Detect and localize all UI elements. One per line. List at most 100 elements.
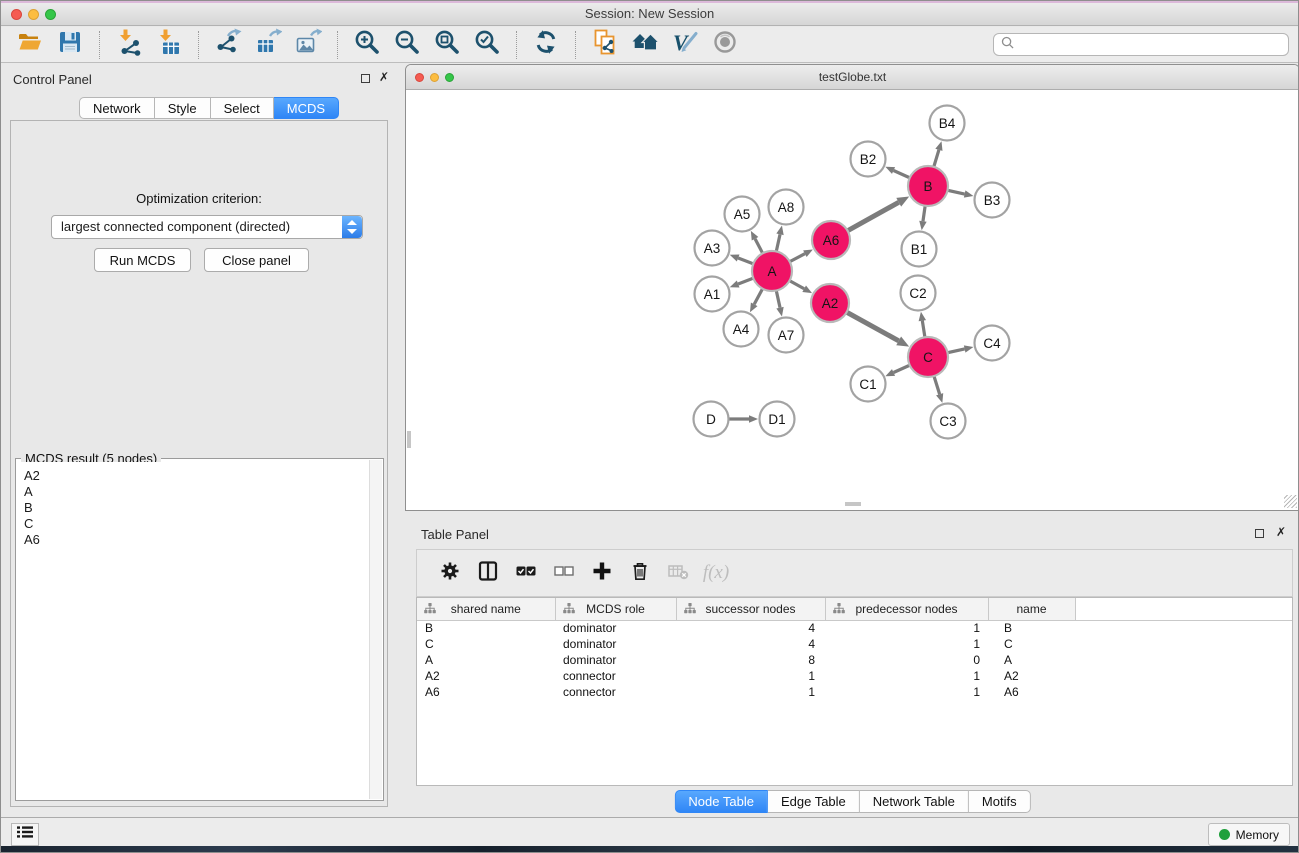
close-window-button[interactable]: [11, 9, 22, 20]
new-network-from-selection-button[interactable]: [589, 29, 621, 61]
save-session-icon: [56, 28, 84, 61]
network-window-titlebar[interactable]: testGlobe.txt: [406, 65, 1299, 90]
search-input[interactable]: [1018, 35, 1288, 54]
graph-node-C1[interactable]: C1: [851, 367, 886, 402]
table-close-panel-icon[interactable]: ✗: [1276, 525, 1286, 539]
columns-button[interactable]: [474, 559, 502, 587]
minimize-window-button[interactable]: [28, 9, 39, 20]
table-float-panel-icon[interactable]: [1255, 529, 1264, 538]
mcds-result-item[interactable]: B: [24, 500, 368, 516]
refresh-button[interactable]: [530, 29, 562, 61]
graph-node-label: B2: [860, 152, 877, 167]
export-image-button[interactable]: [292, 29, 324, 61]
graph-node-C[interactable]: C: [908, 337, 948, 377]
tab-edge-table[interactable]: Edge Table: [768, 790, 860, 813]
graph-node-A8[interactable]: A8: [769, 190, 804, 225]
zoom-out-button[interactable]: [391, 29, 423, 61]
zoom-in-button[interactable]: [351, 29, 383, 61]
mcds-result-item[interactable]: A: [24, 484, 368, 500]
tab-network[interactable]: Network: [79, 97, 155, 119]
graph-node-label: A3: [704, 241, 721, 256]
graph-node-A[interactable]: A: [752, 251, 792, 291]
import-table-button[interactable]: [153, 29, 185, 61]
column-header-predecessor-nodes[interactable]: predecessor nodes: [825, 598, 988, 620]
column-header-name[interactable]: name: [988, 598, 1075, 620]
desktop-wallpaper: [1, 846, 1298, 852]
table-row[interactable]: A2connector11A2: [417, 668, 1075, 684]
show-hide-panel-icon: [711, 28, 739, 61]
graph-node-B1[interactable]: B1: [902, 232, 937, 267]
network-close-button[interactable]: [415, 73, 424, 82]
column-header-MCDS-role[interactable]: MCDS role: [555, 598, 676, 620]
network-graph-canvas[interactable]: A A1 A2 A3 A4 A5 A6 A7 A8 B B1 B2 B3 B4 C C1 C2 C3 C4 D D1: [406, 90, 1299, 510]
zoom-fit-button[interactable]: [431, 29, 463, 61]
graph-node-A7[interactable]: A7: [769, 318, 804, 353]
search-box[interactable]: [993, 33, 1289, 56]
window-titlebar[interactable]: Session: New Session: [1, 3, 1298, 26]
graph-node-D1[interactable]: D1: [760, 402, 795, 437]
export-network-button[interactable]: [212, 29, 244, 61]
tab-network-table[interactable]: Network Table: [860, 790, 969, 813]
tab-node-table[interactable]: Node Table: [674, 790, 768, 813]
graph-node-B[interactable]: B: [908, 166, 948, 206]
table-row[interactable]: A6connector11A6: [417, 684, 1075, 700]
mcds-result-item[interactable]: A2: [24, 468, 368, 484]
graph-node-A6[interactable]: A6: [812, 221, 850, 259]
table-row[interactable]: Bdominator41B: [417, 620, 1075, 636]
graph-node-A3[interactable]: A3: [695, 231, 730, 266]
deselect-all-icon: [553, 560, 575, 587]
vizmapper-button[interactable]: V: [669, 29, 701, 61]
add-row-button[interactable]: [588, 559, 616, 587]
mcds-result-item[interactable]: A6: [24, 532, 368, 548]
select-all-button[interactable]: [512, 559, 540, 587]
tab-mcds[interactable]: MCDS: [274, 97, 339, 119]
close-panel-button[interactable]: Close panel: [204, 248, 309, 272]
graph-node-B2[interactable]: B2: [851, 142, 886, 177]
delete-row-button[interactable]: [626, 559, 654, 587]
table-row[interactable]: Adominator80A: [417, 652, 1075, 668]
run-mcds-button[interactable]: Run MCDS: [94, 248, 191, 272]
tab-style[interactable]: Style: [155, 97, 211, 119]
zoom-selected-button[interactable]: [471, 29, 503, 61]
show-panels-button[interactable]: [11, 823, 39, 846]
home-button[interactable]: [629, 29, 661, 61]
table-row[interactable]: Cdominator41C: [417, 636, 1075, 652]
export-table-button[interactable]: [252, 29, 284, 61]
graph-node-A2[interactable]: A2: [811, 284, 849, 322]
float-panel-icon[interactable]: [361, 74, 370, 83]
optimization-criterion-select[interactable]: largest connected component (directed): [51, 215, 363, 239]
graph-node-C2[interactable]: C2: [901, 276, 936, 311]
close-panel-icon[interactable]: ✗: [379, 70, 389, 84]
import-network-button[interactable]: [113, 29, 145, 61]
result-scrollbar[interactable]: [369, 460, 382, 799]
vertical-scroll-indicator[interactable]: [407, 431, 411, 448]
new-network-from-selection-icon: [591, 28, 619, 61]
column-header-successor-nodes[interactable]: successor nodes: [676, 598, 825, 620]
status-bar: Memory: [1, 817, 1298, 848]
graph-node-C4[interactable]: C4: [975, 326, 1010, 361]
resize-grip-icon[interactable]: [1284, 495, 1297, 508]
toolbar-separator: [337, 31, 338, 59]
column-header-shared-name[interactable]: shared name: [417, 598, 555, 620]
zoom-window-button[interactable]: [45, 9, 56, 20]
graph-node-A1[interactable]: A1: [695, 277, 730, 312]
tab-select[interactable]: Select: [211, 97, 274, 119]
mcds-result-item[interactable]: C: [24, 516, 368, 532]
graph-node-B4[interactable]: B4: [930, 106, 965, 141]
vizmapper-icon: V: [671, 28, 699, 61]
deselect-all-button[interactable]: [550, 559, 578, 587]
show-hide-panel-button[interactable]: [709, 29, 741, 61]
open-file-button[interactable]: [14, 29, 46, 61]
horizontal-scroll-indicator[interactable]: [845, 502, 861, 506]
save-session-button[interactable]: [54, 29, 86, 61]
network-minimize-button[interactable]: [430, 73, 439, 82]
settings-button[interactable]: [436, 559, 464, 587]
tab-motifs[interactable]: Motifs: [969, 790, 1031, 813]
graph-node-B3[interactable]: B3: [975, 183, 1010, 218]
network-zoom-button[interactable]: [445, 73, 454, 82]
graph-node-A5[interactable]: A5: [725, 197, 760, 232]
graph-node-D[interactable]: D: [694, 402, 729, 437]
memory-button[interactable]: Memory: [1208, 823, 1290, 846]
graph-node-C3[interactable]: C3: [931, 404, 966, 439]
graph-node-A4[interactable]: A4: [724, 312, 759, 347]
